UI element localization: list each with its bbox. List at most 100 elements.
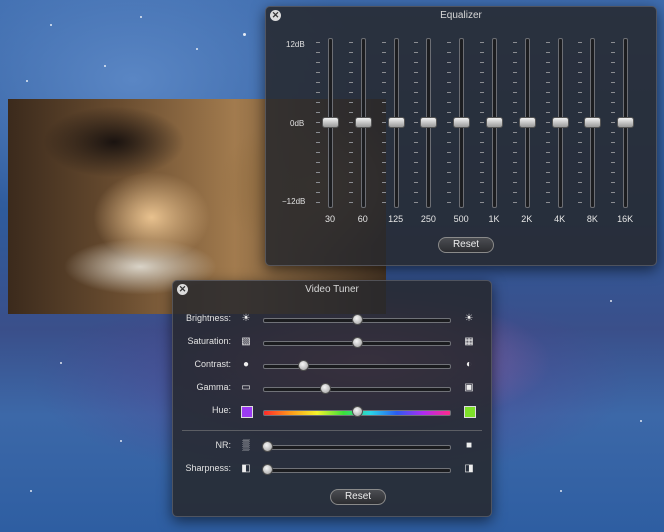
eq-knob[interactable] [420,117,438,128]
eq-knob[interactable] [322,117,339,128]
eq-tick [316,72,320,73]
eq-tick [611,92,616,93]
eq-tick [611,192,616,193]
eq-knob[interactable] [584,117,602,128]
eq-tick [611,182,616,183]
eq-tick [348,202,353,203]
eq-tick [578,182,583,183]
eq-tick [611,132,616,133]
tuner-row-contrast: Contrast: ● ◐ [173,357,493,375]
eq-tick [480,92,484,93]
gamma-high-icon: ▣ [464,382,474,393]
eq-band-8K[interactable]: 8K [578,7,602,237]
eq-freq-label: 250 [420,214,436,224]
equalizer-reset-button[interactable]: Reset [438,237,494,253]
slider-knob[interactable] [262,464,273,475]
eq-band-2K[interactable]: 2K [512,7,537,237]
eq-tick [512,122,517,123]
soft-icon: ◧ [241,463,251,474]
eq-tick [414,142,419,143]
tuner-label: Brightness: [185,313,231,323]
eq-knob[interactable] [518,117,536,128]
eq-tick [611,162,616,163]
eq-tick [480,122,484,123]
eq-tick [447,162,452,163]
eq-tick [578,42,583,43]
tuner-reset-button[interactable]: Reset [330,489,386,505]
eq-tick [480,202,484,203]
eq-tick [611,42,616,43]
eq-tick [447,192,452,193]
eq-tick [512,92,517,93]
slider-knob[interactable] [298,360,309,371]
eq-tick [512,52,517,53]
eq-tick [545,162,550,163]
eq-tick [381,112,386,113]
eq-freq-label: 1K [488,214,500,224]
eq-tick [414,52,419,53]
eq-tick [381,152,386,153]
eq-tick [480,192,484,193]
eq-band-4K[interactable]: 4K [545,7,570,237]
eq-tick [578,82,583,83]
eq-tick [578,102,583,103]
tuner-row-saturation: Saturation: ▧ ▦ [173,334,493,352]
grayscale-icon: ▧ [241,336,251,347]
eq-knob[interactable] [387,117,405,128]
eq-tick [578,192,583,193]
tuner-label: Gamma: [196,382,231,392]
eq-tick [381,102,386,103]
eq-tick [348,162,353,163]
sun-large-icon: ☀ [464,313,474,324]
eq-tick [512,132,517,133]
eq-tick [578,162,583,163]
eq-band-16K[interactable]: 16K [611,7,635,237]
eq-tick [512,152,517,153]
eq-tick [512,102,517,103]
eq-tick [381,162,386,163]
eq-knob[interactable] [354,117,372,128]
slider-knob[interactable] [352,314,363,325]
eq-tick [414,82,419,83]
eq-tick [316,112,320,113]
tuner-label: Contrast: [194,359,231,369]
eq-tick [381,122,386,123]
eq-tick [447,172,452,173]
eq-tick [414,192,419,193]
eq-tick [512,172,517,173]
eq-tick [348,122,353,123]
slider-track[interactable] [263,445,451,450]
eq-tick [381,172,386,173]
tuner-row-brightness: Brightness: ☀ ☀ [173,311,493,329]
slider-track[interactable] [263,364,451,369]
eq-band-125[interactable]: 125 [381,7,406,237]
slider-knob[interactable] [262,441,273,452]
eq-knob[interactable] [617,117,635,128]
eq-freq-label: 16K [617,214,634,224]
eq-tick [348,192,353,193]
eq-knob[interactable] [486,117,503,128]
eq-band-250[interactable]: 250 [414,7,438,237]
eq-knob[interactable] [453,117,471,128]
eq-band-1K[interactable]: 1K [480,7,504,237]
slider-knob[interactable] [319,383,331,394]
eq-tick [316,122,320,123]
eq-tick [348,42,353,43]
eq-tick [545,122,550,123]
eq-tick [381,92,386,93]
eq-knob[interactable] [551,117,569,128]
eq-tick [545,82,550,83]
eq-tick [447,102,452,103]
eq-tick [414,122,419,123]
eq-band-500[interactable]: 500 [447,7,471,237]
eq-tick [611,62,616,63]
slider-knob[interactable] [352,406,363,417]
eq-band-30[interactable]: 30 [316,7,340,237]
eq-tick [348,102,353,103]
slider-track[interactable] [263,387,451,392]
slider-track[interactable] [263,468,451,473]
eq-band-60[interactable]: 60 [348,7,373,237]
slider-knob[interactable] [352,337,363,348]
eq-tick [480,112,484,113]
eq-tick [348,72,353,73]
